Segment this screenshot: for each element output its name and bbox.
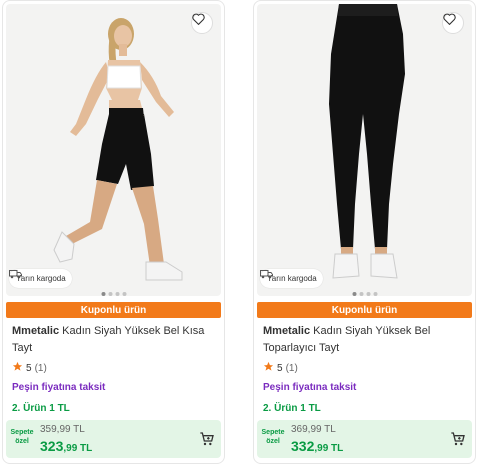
favorite-button[interactable] [191, 12, 213, 34]
coupon-badge: Kuponlu ürün [6, 302, 221, 318]
coupon-badge: Kuponlu ürün [257, 302, 472, 318]
carousel-dot[interactable] [366, 292, 370, 296]
product-rating: 5 (1) [12, 361, 47, 375]
carousel-dot[interactable] [108, 292, 112, 296]
price-main: 332 [291, 438, 315, 454]
image-carousel-dots[interactable] [101, 292, 126, 296]
product-grid: Yarın kargoda Kuponlu ürün Mmetalic Kadı… [0, 0, 480, 466]
product-brand: Mmetalic [12, 325, 60, 337]
carousel-dot[interactable] [101, 292, 105, 296]
cargo-badge-label: Yarın kargoda [267, 274, 317, 283]
promo-label: 2. Ürün 1 TL [263, 403, 321, 414]
product-card[interactable]: Yarın kargoda Kuponlu ürün Mmetalic Kadı… [2, 0, 225, 464]
model-photo [53, 18, 183, 281]
carousel-dot[interactable] [115, 292, 119, 296]
price-box: Sepete özel 369,99 TL 332,99 TL [257, 420, 472, 458]
product-brand: Mmetalic [263, 325, 311, 337]
favorite-button[interactable] [442, 12, 464, 34]
price-rest: ,99 TL [63, 443, 93, 454]
basket-special-label: Sepete özel [10, 429, 34, 445]
rating-count: (1) [285, 362, 298, 374]
star-icon [263, 361, 274, 375]
rating-value: 5 [26, 362, 32, 374]
product-image[interactable]: Yarın kargoda [6, 4, 221, 296]
discounted-price: 332,99 TL [291, 438, 343, 454]
discounted-price: 323,99 TL [40, 438, 92, 454]
product-title[interactable]: Mmetalic Kadın Siyah Yüksek Bel Kısa Tay… [12, 323, 217, 357]
installment-label: Peşin fiyatına taksit [12, 382, 106, 393]
add-to-cart-icon [450, 432, 466, 451]
cargo-badge-label: Yarın kargoda [16, 274, 66, 283]
cargo-badge: Yarın kargoda [260, 269, 323, 288]
product-rating: 5 (1) [263, 361, 298, 375]
price-box: Sepete özel 359,99 TL 323,99 TL [6, 420, 221, 458]
add-to-cart-icon [199, 432, 215, 451]
carousel-dot[interactable] [373, 292, 377, 296]
price-rest: ,99 TL [314, 443, 344, 454]
promo-label: 2. Ürün 1 TL [12, 403, 70, 414]
model-photo [329, 4, 405, 279]
old-price: 369,99 TL [291, 424, 336, 435]
carousel-dot[interactable] [359, 292, 363, 296]
rating-value: 5 [277, 362, 283, 374]
installment-label: Peşin fiyatına taksit [263, 382, 357, 393]
carousel-dot[interactable] [122, 292, 126, 296]
product-title[interactable]: Mmetalic Kadın Siyah Yüksek Bel Toparlay… [263, 323, 468, 357]
cargo-badge: Yarın kargoda [9, 269, 72, 288]
add-to-cart-button[interactable] [199, 431, 215, 447]
rating-count: (1) [34, 362, 47, 374]
product-image[interactable]: Yarın kargoda [257, 4, 472, 296]
old-price: 359,99 TL [40, 424, 85, 435]
carousel-dot[interactable] [352, 292, 356, 296]
add-to-cart-button[interactable] [450, 431, 466, 447]
basket-special-label: Sepete özel [261, 429, 285, 445]
star-icon [12, 361, 23, 375]
product-card[interactable]: Yarın kargoda Kuponlu ürün Mmetalic Kadı… [253, 0, 476, 464]
image-carousel-dots[interactable] [352, 292, 377, 296]
price-main: 323 [40, 438, 64, 454]
